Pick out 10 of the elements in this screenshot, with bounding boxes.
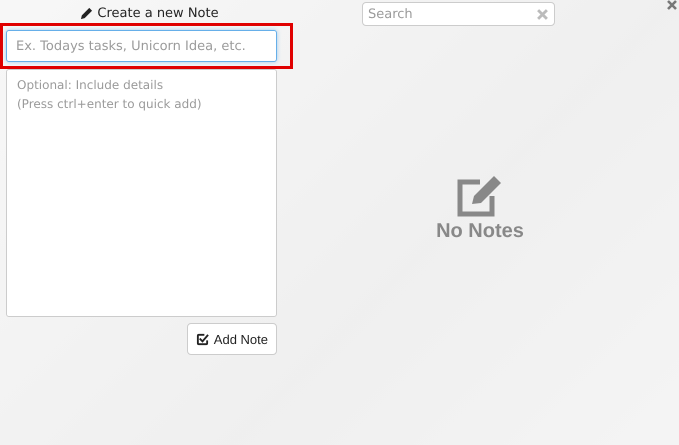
pencil-icon (80, 6, 94, 20)
details-text-area[interactable]: Optional: Include details (Press ctrl+enter to quick add) (6, 69, 277, 317)
search-field[interactable]: Search (362, 2, 555, 26)
close-icon[interactable] (667, 0, 677, 10)
add-note-button[interactable]: Add Note (186, 323, 277, 355)
title-input-field[interactable]: Ex. Todays tasks, Unicorn Idea, etc. (6, 30, 277, 62)
panel-heading: Create a new Note (97, 6, 219, 20)
checkbox-icon (196, 332, 209, 346)
edit-note-icon (456, 174, 504, 218)
empty-message: No Notes (436, 220, 524, 243)
